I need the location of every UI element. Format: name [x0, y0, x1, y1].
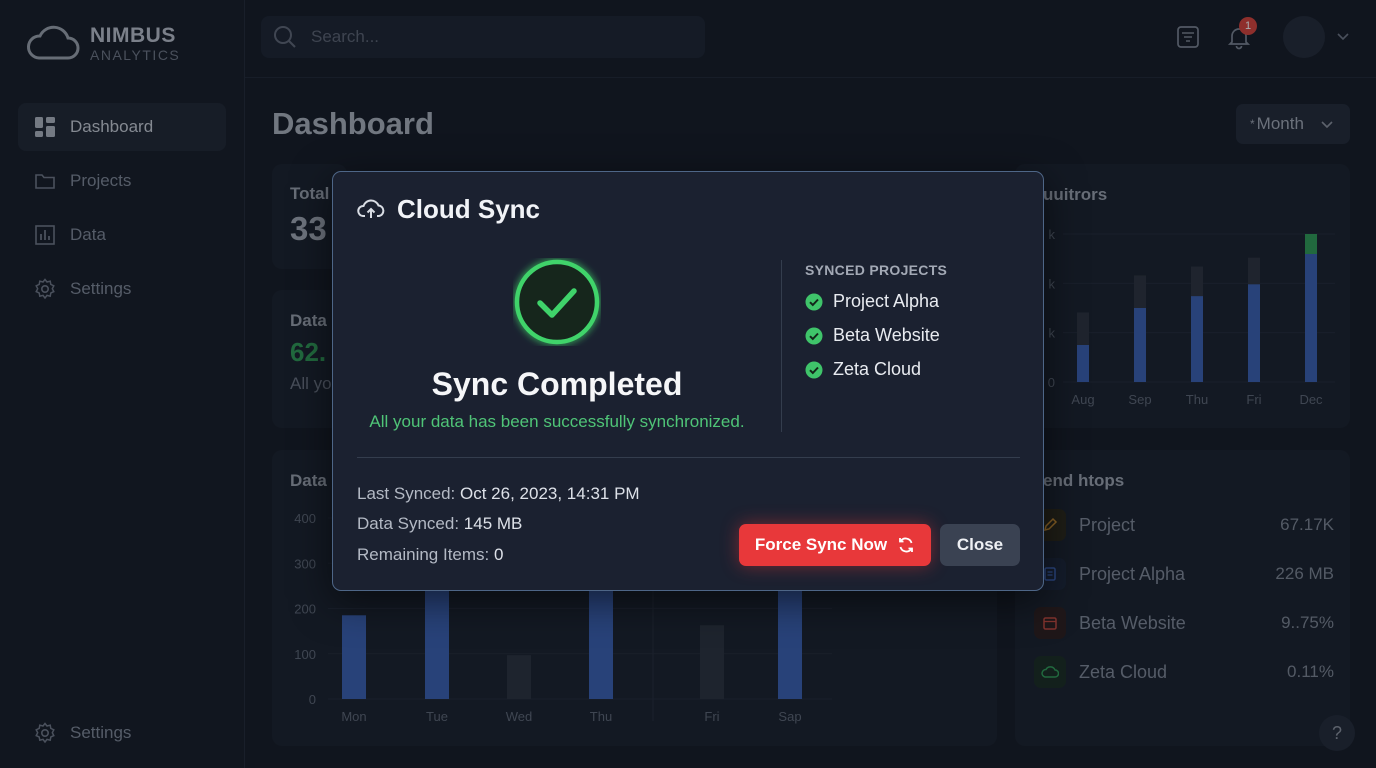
refresh-icon	[899, 537, 914, 553]
divider	[357, 457, 1020, 458]
dialog-title: Cloud Sync	[397, 194, 541, 224]
force-sync-button[interactable]: Force Sync Now	[739, 524, 931, 566]
data-synced-line: Data Synced: 145 MB	[357, 514, 522, 534]
cloud-sync-dialog: Cloud Sync Sync Completed All your data …	[332, 171, 1044, 591]
last-synced-line: Last Synced: Oct 26, 2023, 14:31 PM	[357, 484, 640, 504]
force-sync-label: Force Sync Now	[754, 535, 888, 554]
synced-project-item: Beta Website	[805, 325, 940, 346]
synced-project-item: Zeta Cloud	[805, 359, 921, 380]
sync-status-heading: Sync Completed	[431, 366, 683, 402]
meta-value: Oct 26, 2023, 14:31 PM	[460, 484, 640, 503]
meta-key: Data Synced:	[357, 514, 460, 533]
synced-project-name: Project Alpha	[833, 291, 940, 311]
meta-key: Remaining Items:	[357, 545, 490, 564]
meta-key: Last Synced:	[357, 484, 456, 503]
check-circle-icon	[805, 327, 823, 344]
close-button[interactable]: Close	[940, 524, 1020, 566]
check-circle-icon	[805, 293, 823, 310]
meta-value: 145 MB	[463, 514, 523, 533]
remaining-items-line: Remaining Items: 0	[357, 545, 503, 565]
success-check-icon	[514, 259, 600, 345]
synced-project-item: Project Alpha	[805, 291, 939, 312]
cloud-upload-icon	[357, 199, 385, 218]
divider	[781, 260, 782, 432]
meta-value: 0	[494, 545, 504, 564]
synced-project-name: Beta Website	[833, 325, 940, 345]
check-circle-icon	[805, 361, 823, 378]
synced-projects-title: SYNCED PROJECTS	[805, 262, 948, 278]
synced-project-name: Zeta Cloud	[833, 359, 922, 379]
sync-status-subtitle: All your data has been successfully sync…	[369, 412, 745, 431]
